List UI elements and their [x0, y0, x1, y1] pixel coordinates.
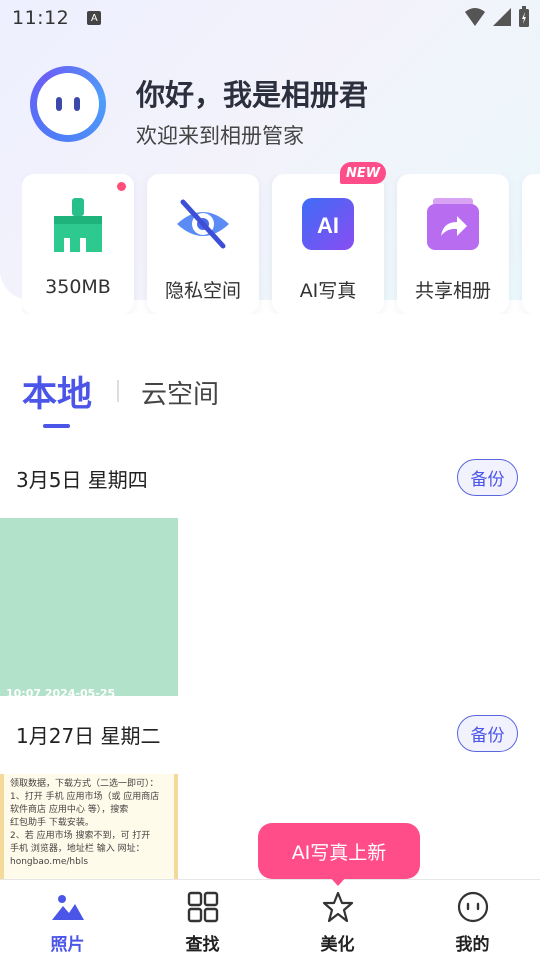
nav-label: 查找: [185, 935, 220, 955]
card-label: AI写真: [299, 280, 357, 302]
status-icons: [464, 6, 530, 28]
bottom-nav: 照片 查找 美化 我的: [0, 879, 540, 960]
status-time: 11:12: [12, 7, 70, 29]
broom-clean-icon: [54, 198, 102, 252]
card-ai-portrait[interactable]: AI AI写真: [272, 174, 384, 314]
new-badge: NEW: [340, 162, 386, 184]
photo-thumbnail[interactable]: 领取数据，下载方式（二选一即可）： 1、打开 手机 应用市场（或 应用商店 软件…: [0, 774, 178, 880]
photo-text-line: 领取数据，下载方式（二选一即可）：: [10, 779, 159, 789]
wifi-icon: [465, 8, 485, 26]
card-label: 共享相册: [414, 280, 491, 302]
svg-text:AI: AI: [317, 213, 339, 238]
nav-item-beautify[interactable]: 美化: [270, 880, 405, 960]
status-bar: 11:12 A: [0, 0, 540, 36]
ai-promo-bubble[interactable]: AI写真上新: [258, 823, 420, 879]
photo-timestamp: 10:07 2024-05-25: [6, 687, 116, 696]
photo-thumbnail[interactable]: 10:07 2024-05-25: [0, 518, 178, 696]
eye-hidden-icon: [177, 199, 229, 249]
tab-cloud[interactable]: 云空间: [141, 374, 219, 411]
card-shared-album[interactable]: 共享相册: [397, 174, 509, 314]
nav-item-photos[interactable]: 照片: [0, 880, 135, 960]
card-storage-clean[interactable]: 350MB: [22, 174, 134, 314]
photo-text-line: hongbao.me/hbls: [10, 857, 89, 867]
card-more-partial[interactable]: [522, 174, 540, 314]
greeting-title: 你好，我是相册君: [136, 78, 369, 112]
photo-text-line: 软件商店 应用中心 等），搜索: [10, 805, 129, 815]
backup-button[interactable]: 备份: [457, 715, 518, 752]
photo-text-line: 红包助手 下载安装。: [10, 818, 94, 828]
nav-label: 照片: [50, 935, 85, 955]
photo-text-line: 2、若 应用市场 搜索不到，可 打开: [10, 831, 151, 841]
card-label: 350MB: [45, 276, 111, 298]
nav-item-find[interactable]: 查找: [135, 880, 270, 960]
tab-active-indicator: [43, 424, 70, 428]
signal-icon: [493, 8, 511, 26]
ai-promo-bubble-tail: [329, 876, 347, 886]
red-dot-badge: [117, 182, 126, 191]
profile-avatar-wrap[interactable]: [30, 66, 106, 142]
tab-local[interactable]: 本地: [22, 366, 92, 417]
card-label: 隐私空间: [164, 280, 241, 302]
notification-icon: A: [87, 11, 102, 25]
backup-button[interactable]: 备份: [457, 459, 518, 496]
star-icon: [322, 891, 353, 923]
grid-icon: [187, 891, 218, 923]
avatar[interactable]: [30, 66, 106, 142]
feature-cards: 350MB 隐私空间 AI AI写真 共享相册: [22, 174, 540, 314]
photo-text-line: 1、打开 手机 应用市场（或 应用商店: [10, 792, 160, 802]
ai-icon: AI: [302, 198, 354, 250]
nav-item-mine[interactable]: 我的: [405, 880, 540, 960]
section-date: 3月5日 星期四: [16, 468, 148, 492]
profile-face-icon: [457, 891, 488, 923]
card-private-space[interactable]: 隐私空间: [147, 174, 259, 314]
avatar-face-icon: [37, 73, 99, 135]
section-date: 1月27日 星期二: [16, 724, 161, 748]
greeting-subtitle: 欢迎来到相册管家: [136, 124, 304, 148]
tab-divider: [117, 380, 119, 402]
share-album-icon: [427, 198, 479, 250]
photos-icon: [51, 895, 84, 920]
nav-label: 我的: [455, 935, 490, 955]
battery-icon: [519, 6, 529, 27]
photo-text-line: 手机 浏览器，地址栏 输入 网址：: [10, 844, 145, 854]
nav-label: 美化: [320, 935, 355, 955]
